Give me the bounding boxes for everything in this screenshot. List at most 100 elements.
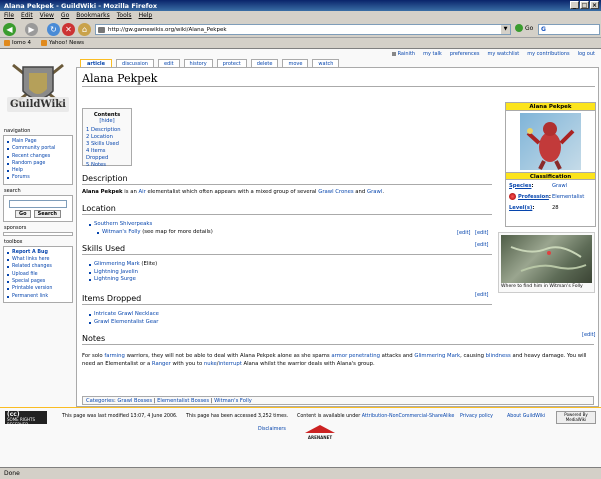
toolbox-printable-version[interactable]: Printable version xyxy=(7,285,69,292)
categories-link[interactable]: Categories xyxy=(86,398,114,404)
forward-icon[interactable]: ▶ xyxy=(25,23,38,36)
menu-file[interactable]: File xyxy=(4,12,14,20)
article-content: Alana Pekpek Contents [hide] 1 Descripti… xyxy=(76,67,599,407)
toolbox-what-links-here[interactable]: What links here xyxy=(7,256,69,263)
category-grawl-bosses[interactable]: Grawl Bosses xyxy=(117,398,152,404)
air-link[interactable]: Air xyxy=(138,189,145,195)
ranger-link[interactable]: Ranger xyxy=(152,361,171,367)
boss-portrait[interactable] xyxy=(520,113,581,170)
disclaimers-link[interactable]: Disclaimers xyxy=(258,427,286,432)
creative-commons-badge[interactable]: (cc) SOME RIGHTS RESERVED xyxy=(5,411,47,427)
toolbox-related-changes[interactable]: Related changes xyxy=(7,263,69,270)
my-contributions-link[interactable]: my contributions xyxy=(527,51,569,57)
tab-protect[interactable]: protect xyxy=(216,59,247,67)
toc-item-skills-used[interactable]: 3 Skills Used xyxy=(86,141,128,148)
grawl-crones-link[interactable]: Grawl Crones xyxy=(318,189,353,195)
sidebar-item-community-portal[interactable]: Community portal xyxy=(7,145,69,152)
about-guildwiki-link[interactable]: About GuildWiki xyxy=(507,414,545,419)
tab-history[interactable]: history xyxy=(183,59,213,67)
map-caption: Where to find him in Witman's Folly xyxy=(501,284,583,289)
tab-move[interactable]: move xyxy=(282,59,309,67)
toolbox-permanent-link[interactable]: Permanent link xyxy=(7,293,69,300)
my-watchlist-link[interactable]: my watchlist xyxy=(487,51,519,57)
tab-discussion[interactable]: discussion xyxy=(116,59,154,67)
wiki-search-input[interactable] xyxy=(9,199,67,208)
skill-glimmering-mark[interactable]: Glimmering Mark xyxy=(94,261,140,267)
log-out-link[interactable]: log out xyxy=(578,51,595,57)
skill-lightning-javelin[interactable]: Lightning Javelin xyxy=(94,269,138,275)
home-icon[interactable]: ⌂ xyxy=(78,23,91,36)
menu-edit[interactable]: Edit xyxy=(21,12,33,20)
toolbox-special-pages[interactable]: Special pages xyxy=(7,278,69,285)
wiki-search-button[interactable]: Search xyxy=(33,209,61,218)
url-dropdown-icon[interactable]: ▼ xyxy=(501,25,510,34)
tab-watch[interactable]: watch xyxy=(312,59,340,67)
menu-tools[interactable]: Tools xyxy=(117,12,132,20)
maximize-button[interactable]: □ xyxy=(580,1,589,9)
my-talk-link[interactable]: my talk xyxy=(423,51,442,57)
bookmark-yahoo-news[interactable]: Yahoo! News xyxy=(40,40,84,46)
skill-lightning-surge[interactable]: Lightning Surge xyxy=(94,276,136,282)
mediawiki-badge[interactable]: Powered By MediaWiki xyxy=(556,411,596,424)
edit-location-link[interactable]: [edit] xyxy=(457,230,471,236)
sidebar-item-help[interactable]: Help xyxy=(7,167,69,174)
toc-item-notes[interactable]: 5 Notes xyxy=(86,162,128,169)
interrupt-link[interactable]: interrupt xyxy=(219,361,242,367)
navigation-portlet: Main Page Community portal Recent change… xyxy=(3,135,73,185)
arenanet-logo[interactable]: ARENANET xyxy=(303,425,337,440)
glimmering-mark-link[interactable]: Glimmering Mark xyxy=(414,353,460,359)
guildwiki-logo[interactable]: GuildWiki xyxy=(3,57,73,117)
bookmark-iomo[interactable]: Iomo 4 xyxy=(4,40,31,46)
search-engine-input[interactable]: G xyxy=(538,24,600,35)
user-link[interactable]: Rainith xyxy=(392,51,416,57)
grawl-link[interactable]: Grawl xyxy=(367,189,382,195)
preferences-link[interactable]: preferences xyxy=(450,51,480,57)
stop-icon[interactable]: ✕ xyxy=(62,23,75,36)
license-link[interactable]: Attribution-NonCommercial-ShareAlike xyxy=(362,414,455,419)
blindness-link[interactable]: blindness xyxy=(486,353,511,359)
menu-view[interactable]: View xyxy=(40,12,54,20)
location-map-thumbnail[interactable]: Where to find him in Witman's Folly xyxy=(498,232,595,293)
minimize-button[interactable]: _ xyxy=(570,1,579,9)
nuke-link[interactable]: nuke xyxy=(204,361,217,367)
location-southern-shiverpeaks[interactable]: Southern Shiverpeaks xyxy=(89,221,213,229)
edit-map-link[interactable]: [edit] xyxy=(475,230,489,236)
location-list: Southern Shiverpeaks Witman's Folly (see… xyxy=(89,221,213,236)
sidebar: navigation Main Page Community portal Re… xyxy=(3,125,73,303)
bookmark-icon xyxy=(40,40,47,46)
url-input[interactable]: http://gw.gamewikis.org/wiki/Alana_Pekpe… xyxy=(95,24,511,35)
menu-help[interactable]: Help xyxy=(139,12,153,20)
sidebar-item-main-page[interactable]: Main Page xyxy=(7,138,69,145)
item-grawl-elementalist-gear[interactable]: Grawl Elementalist Gear xyxy=(89,319,159,327)
toc-hide-link[interactable]: [hide] xyxy=(99,118,114,124)
sidebar-item-forums[interactable]: Forums xyxy=(7,174,69,181)
menu-bookmarks[interactable]: Bookmarks xyxy=(76,12,110,20)
go-button[interactable]: Go xyxy=(515,24,533,32)
toc-item-description[interactable]: 1 Description xyxy=(86,127,128,134)
privacy-policy-link[interactable]: Privacy policy xyxy=(460,414,493,419)
tab-article[interactable]: article xyxy=(80,59,113,67)
armor-penetrating-link[interactable]: armor penetrating xyxy=(331,353,380,359)
skills-heading: Skills Used xyxy=(82,244,492,255)
toolbox-upload-file[interactable]: Upload file xyxy=(7,271,69,278)
tab-edit[interactable]: edit xyxy=(157,59,180,67)
toolbox-report-a-bug[interactable]: Report A Bug xyxy=(7,249,69,256)
category-elementalist-bosses[interactable]: Elementalist Bosses xyxy=(157,398,209,404)
sidebar-item-random-page[interactable]: Random page xyxy=(7,160,69,167)
farming-link[interactable]: farming xyxy=(104,353,125,359)
tab-delete[interactable]: delete xyxy=(250,59,279,67)
toc-item-items-dropped[interactable]: 4 Items Dropped xyxy=(86,148,128,162)
item-intricate-grawl-necklace[interactable]: Intricate Grawl Necklace xyxy=(89,311,159,319)
notes-heading: Notes xyxy=(82,334,594,345)
level-label[interactable]: Level(s) xyxy=(509,205,532,211)
category-witmans-folly[interactable]: Witman's Folly xyxy=(214,398,252,404)
wiki-go-button[interactable]: Go xyxy=(15,209,31,218)
toc-item-location[interactable]: 2 Location xyxy=(86,134,128,141)
close-button[interactable]: × xyxy=(590,1,599,9)
menu-go[interactable]: Go xyxy=(61,12,69,20)
reload-icon[interactable]: ↻ xyxy=(47,23,60,36)
back-icon[interactable]: ◀ xyxy=(3,23,16,36)
notes-text: Alana whilst the warrior deals with Alan… xyxy=(241,361,375,367)
witmans-folly-link[interactable]: Witman's Folly xyxy=(102,229,141,235)
sidebar-item-recent-changes[interactable]: Recent changes xyxy=(7,153,69,160)
